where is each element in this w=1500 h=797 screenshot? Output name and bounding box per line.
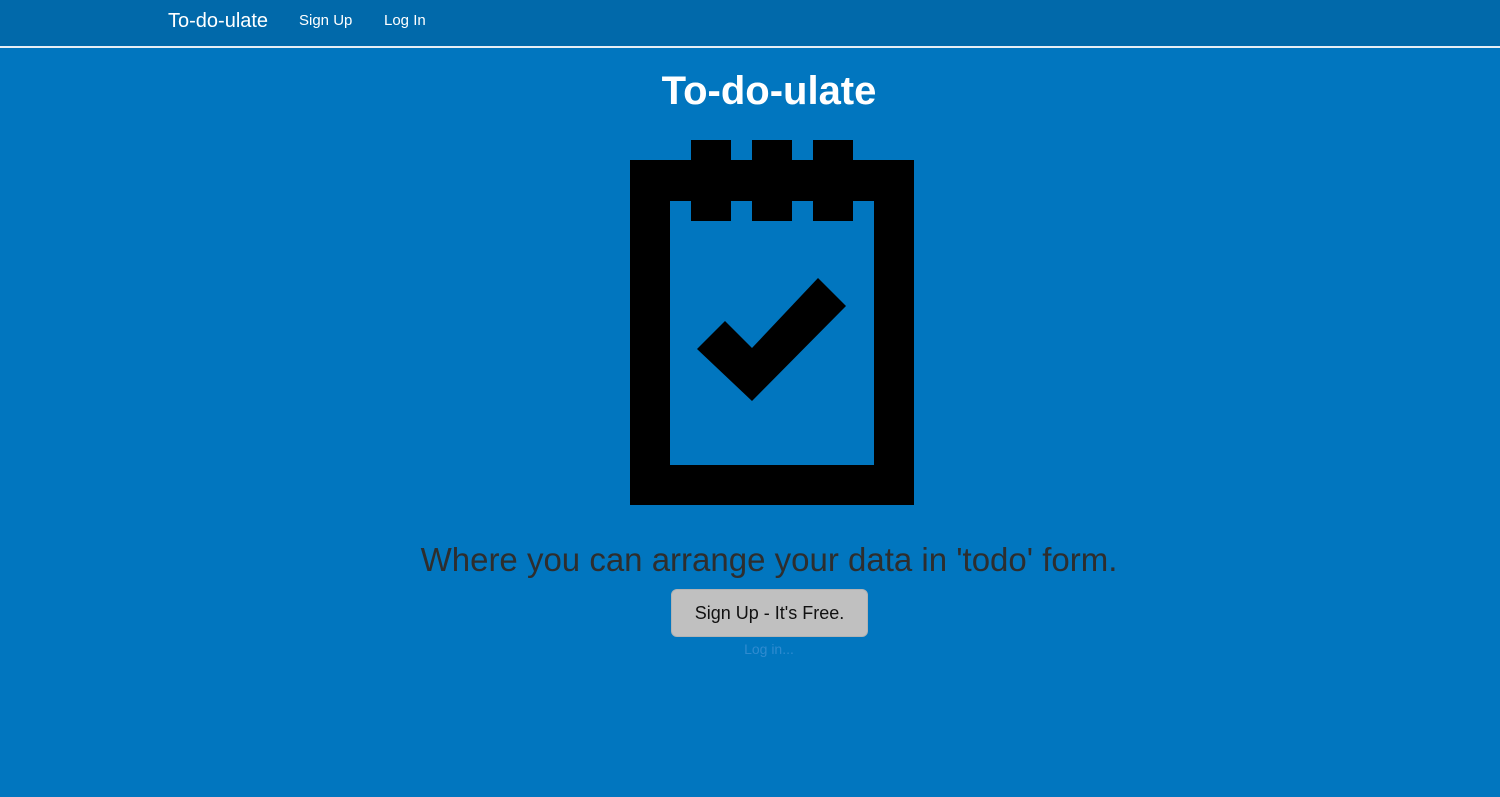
brand-link[interactable]: To-do-ulate [168, 10, 268, 32]
signup-cta-button[interactable]: Sign Up - It's Free. [671, 589, 868, 637]
login-link[interactable]: Log in... [0, 640, 1500, 658]
top-navbar: To-do-ulate Sign Up Log In [0, 0, 1500, 48]
nav-signup-link[interactable]: Sign Up [299, 12, 352, 30]
nav-login-link[interactable]: Log In [384, 12, 426, 30]
hero-title: To-do-ulate [661, 69, 877, 113]
tagline: Where you can arrange your data in 'todo… [420, 541, 1118, 578]
notepad-check-icon [630, 140, 914, 505]
